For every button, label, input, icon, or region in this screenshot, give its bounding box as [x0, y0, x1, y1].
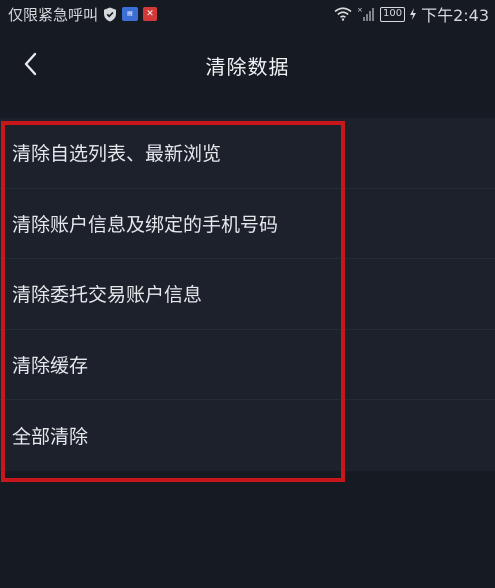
list-item-label: 清除缓存 [12, 354, 89, 377]
list-item-label: 清除委托交易账户信息 [12, 284, 203, 307]
chevron-left-icon [24, 52, 37, 76]
battery-level: 100 [382, 8, 403, 19]
nav-header: 清除数据 [0, 28, 495, 102]
charging-icon [410, 8, 417, 20]
status-bar: 仅限紧急呼叫 ▤ ✕ × 100 下午2:43 [0, 0, 495, 28]
app-red-icon: ✕ [143, 7, 158, 21]
back-button[interactable] [14, 48, 46, 80]
status-time: 下午2:43 [421, 6, 489, 25]
status-left: 仅限紧急呼叫 ▤ ✕ [8, 4, 158, 25]
clear-trading-account-item[interactable]: 清除委托交易账户信息 [0, 259, 495, 330]
list-item-label: 全部清除 [12, 425, 89, 448]
list-item-label: 清除自选列表、最新浏览 [12, 143, 222, 166]
list-item-label: 清除账户信息及绑定的手机号码 [12, 213, 279, 236]
clear-all-item[interactable]: 全部清除 [0, 400, 495, 471]
page-title: 清除数据 [205, 54, 290, 79]
shield-icon [103, 7, 117, 22]
clear-cache-item[interactable]: 清除缓存 [0, 330, 495, 400]
clear-watchlist-history-item[interactable]: 清除自选列表、最新浏览 [0, 118, 495, 189]
screen: 仅限紧急呼叫 ▤ ✕ × 100 下午2:43 清除数据 清除自选列表、最新浏览… [0, 0, 495, 588]
clear-account-phone-item[interactable]: 清除账户信息及绑定的手机号码 [0, 189, 495, 259]
option-list: 清除自选列表、最新浏览 清除账户信息及绑定的手机号码 清除委托交易账户信息 清除… [0, 118, 495, 471]
app-blue-icon: ▤ [122, 7, 139, 21]
battery-icon: 100 [379, 6, 406, 22]
svg-text:×: × [357, 6, 363, 14]
carrier-text: 仅限紧急呼叫 [8, 5, 99, 24]
wifi-icon [334, 7, 352, 21]
status-right: × 100 下午2:43 [334, 2, 489, 26]
signal-icon: × [357, 6, 375, 22]
